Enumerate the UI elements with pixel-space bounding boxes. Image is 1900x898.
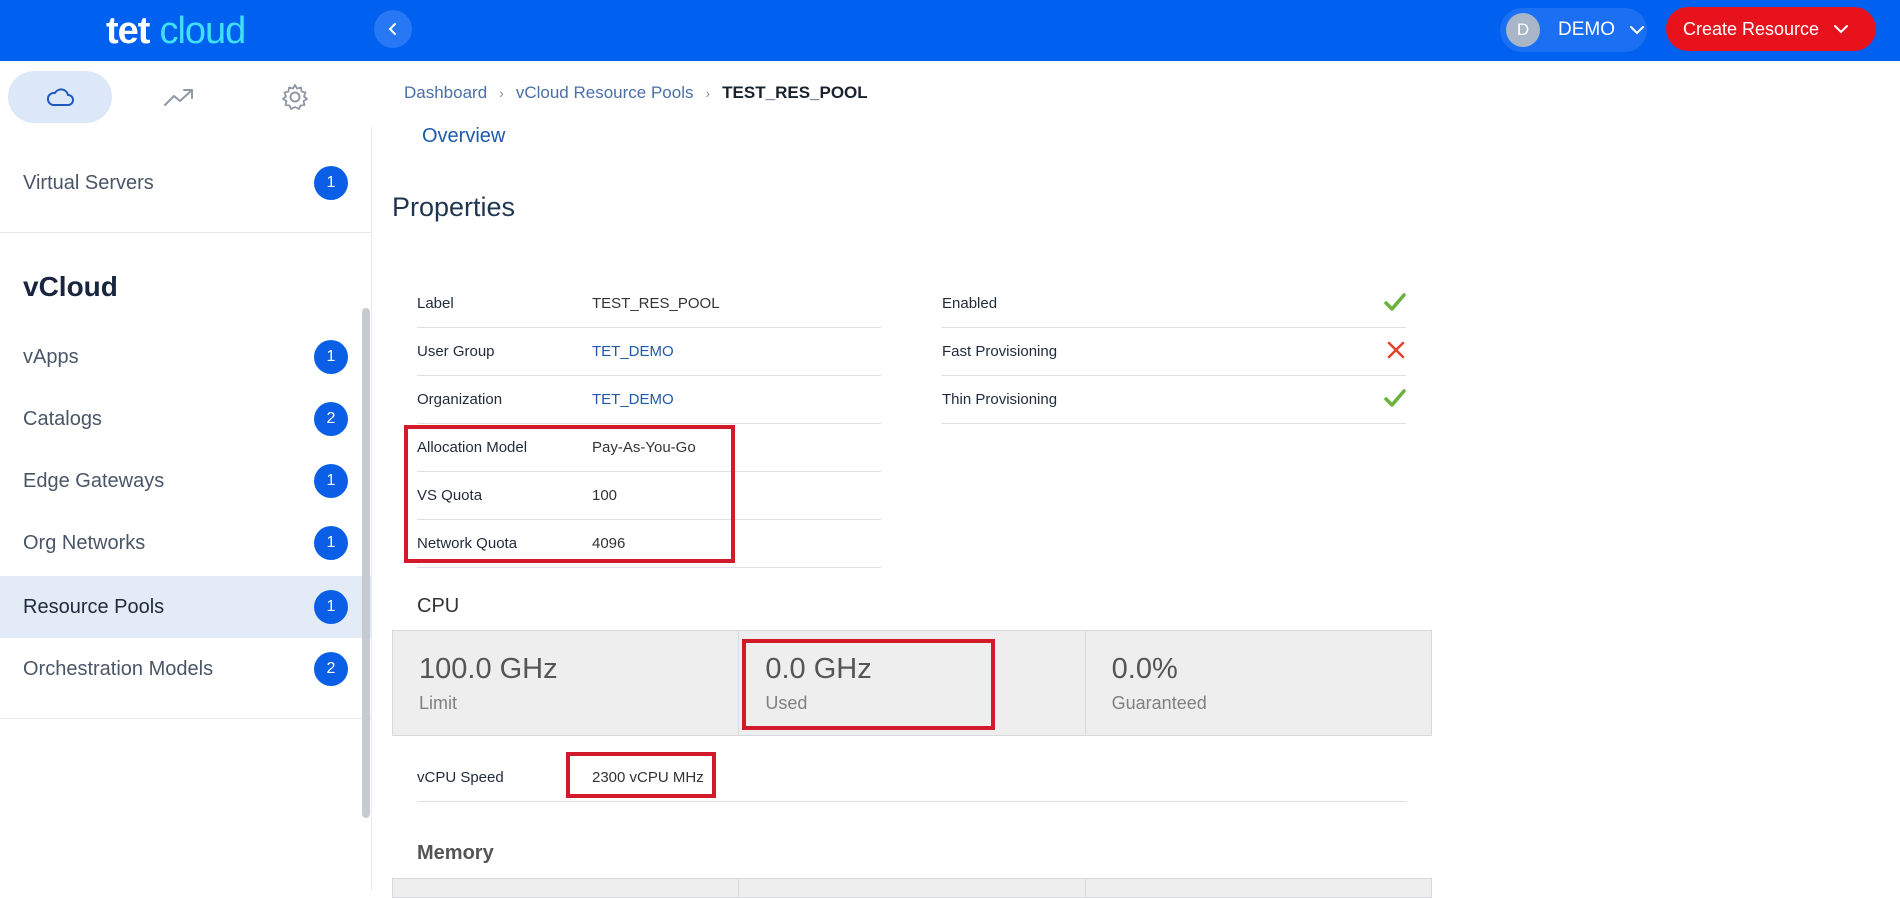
tab-cloud[interactable]	[8, 71, 112, 123]
logo-tet: tet	[106, 9, 150, 52]
create-resource-button[interactable]: Create Resource	[1666, 7, 1876, 51]
chevron-down-icon	[1834, 25, 1849, 34]
memory-section-title: Memory	[417, 842, 494, 864]
x-icon	[1387, 341, 1405, 359]
property-key: vCPU Speed	[417, 769, 504, 786]
property-key: User Group	[417, 343, 495, 360]
count-badge: 1	[314, 464, 348, 498]
breadcrumb-current: TEST_RES_POOL	[722, 83, 868, 102]
count-badge: 2	[314, 652, 348, 686]
property-key: Fast Provisioning	[942, 343, 1058, 360]
sidebar-item-org-networks[interactable]: Org Networks 1	[0, 512, 372, 574]
cpu-stat-limit: 100.0 GHz Limit	[393, 631, 740, 735]
sidebar-item-label: Org Networks	[23, 531, 146, 554]
top-bar: tet cloud D DEMO Create Resource	[0, 0, 1900, 61]
property-key: Label	[417, 295, 454, 312]
trending-up-icon	[164, 89, 193, 106]
sidebar-scrollbar[interactable]	[362, 308, 370, 818]
stat-label: Guaranteed	[1111, 693, 1207, 713]
count-badge: 2	[314, 402, 348, 436]
property-row: Fast Provisioning	[942, 328, 1406, 376]
chevron-down-icon	[1630, 26, 1644, 35]
check-icon	[1384, 389, 1406, 407]
highlight-box	[404, 425, 735, 563]
highlight-box	[566, 752, 716, 798]
create-resource-label: Create Resource	[1683, 18, 1820, 39]
divider	[0, 718, 372, 719]
sidebar-item-catalogs[interactable]: Catalogs 2	[0, 388, 372, 450]
cpu-section-title: CPU	[417, 595, 460, 617]
breadcrumb: Dashboard › vCloud Resource Pools › TEST…	[404, 83, 868, 103]
sidebar-item-label: Catalogs	[23, 407, 102, 430]
tab-settings[interactable]	[262, 71, 328, 123]
breadcrumb-dashboard[interactable]: Dashboard	[404, 83, 487, 103]
property-row: Thin Provisioning	[942, 376, 1406, 424]
avatar: D	[1506, 13, 1540, 47]
property-value: TEST_RES_POOL	[592, 295, 720, 312]
sidebar-tabs	[0, 61, 372, 127]
property-row: User Group TET_DEMO	[417, 328, 881, 376]
sidebar-item-label: Resource Pools	[23, 595, 165, 618]
check-icon	[1384, 293, 1406, 311]
gear-icon	[282, 84, 308, 110]
breadcrumb-vcloud-resource-pools[interactable]: vCloud Resource Pools	[516, 83, 694, 103]
count-badge: 1	[314, 526, 348, 560]
sidebar-item-resource-pools[interactable]: Resource Pools 1	[0, 576, 372, 638]
stat-value: 100.0 GHz	[419, 653, 558, 685]
user-group-link[interactable]: TET_DEMO	[592, 343, 674, 360]
count-badge: 1	[314, 166, 348, 200]
chevron-right-icon: ›	[499, 85, 504, 101]
user-menu-button[interactable]: D DEMO	[1500, 8, 1647, 52]
page-title: Properties	[392, 192, 516, 222]
sidebar-item-edge-gateways[interactable]: Edge Gateways 1	[0, 450, 372, 512]
property-row: Label TEST_RES_POOL	[417, 280, 881, 328]
highlight-box	[742, 639, 995, 730]
memory-stats	[392, 878, 1432, 898]
count-badge: 1	[314, 590, 348, 624]
sidebar-item-vapps[interactable]: vApps 1	[0, 326, 372, 388]
tab-overview[interactable]: Overview	[422, 125, 505, 148]
user-name: DEMO	[1558, 19, 1615, 40]
tab-analytics[interactable]	[146, 71, 212, 123]
property-row: Enabled	[942, 280, 1406, 328]
chevron-left-icon	[388, 23, 396, 35]
divider	[0, 232, 372, 233]
stat-label: Limit	[419, 693, 458, 713]
sidebar-item-label: vApps	[23, 345, 79, 368]
chevron-right-icon: ›	[705, 85, 711, 101]
property-key: Thin Provisioning	[942, 391, 1058, 408]
tet-cloud-logo[interactable]: tet cloud	[106, 8, 246, 54]
sidebar-item-label: Virtual Servers	[23, 171, 154, 194]
sidebar: pp Virtual Servers 1 vCloud vApps 1 Cata…	[0, 61, 372, 891]
sidebar-item-virtual-servers[interactable]: Virtual Servers 1	[0, 152, 372, 214]
memory-stat	[739, 879, 1086, 897]
property-key: Enabled	[942, 295, 998, 312]
sidebar-item-label: Orchestration Models	[23, 657, 214, 680]
count-badge: 1	[314, 340, 348, 374]
memory-stat	[1086, 879, 1431, 897]
memory-stat	[393, 879, 740, 897]
collapse-sidebar-button[interactable]	[374, 10, 412, 48]
stat-value: 0.0%	[1111, 653, 1178, 685]
organization-link[interactable]: TET_DEMO	[592, 391, 674, 408]
sidebar-item-orchestration-models[interactable]: Orchestration Models 2	[0, 638, 372, 700]
sidebar-item-label: Edge Gateways	[23, 469, 165, 492]
logo-cloud: cloud	[159, 9, 246, 52]
property-key: Organization	[417, 391, 503, 408]
property-row: Organization TET_DEMO	[417, 376, 881, 424]
sidebar-section-title: vCloud	[23, 271, 118, 302]
cloud-icon	[46, 88, 74, 106]
cpu-stat-guaranteed: 0.0% Guaranteed	[1086, 631, 1431, 735]
